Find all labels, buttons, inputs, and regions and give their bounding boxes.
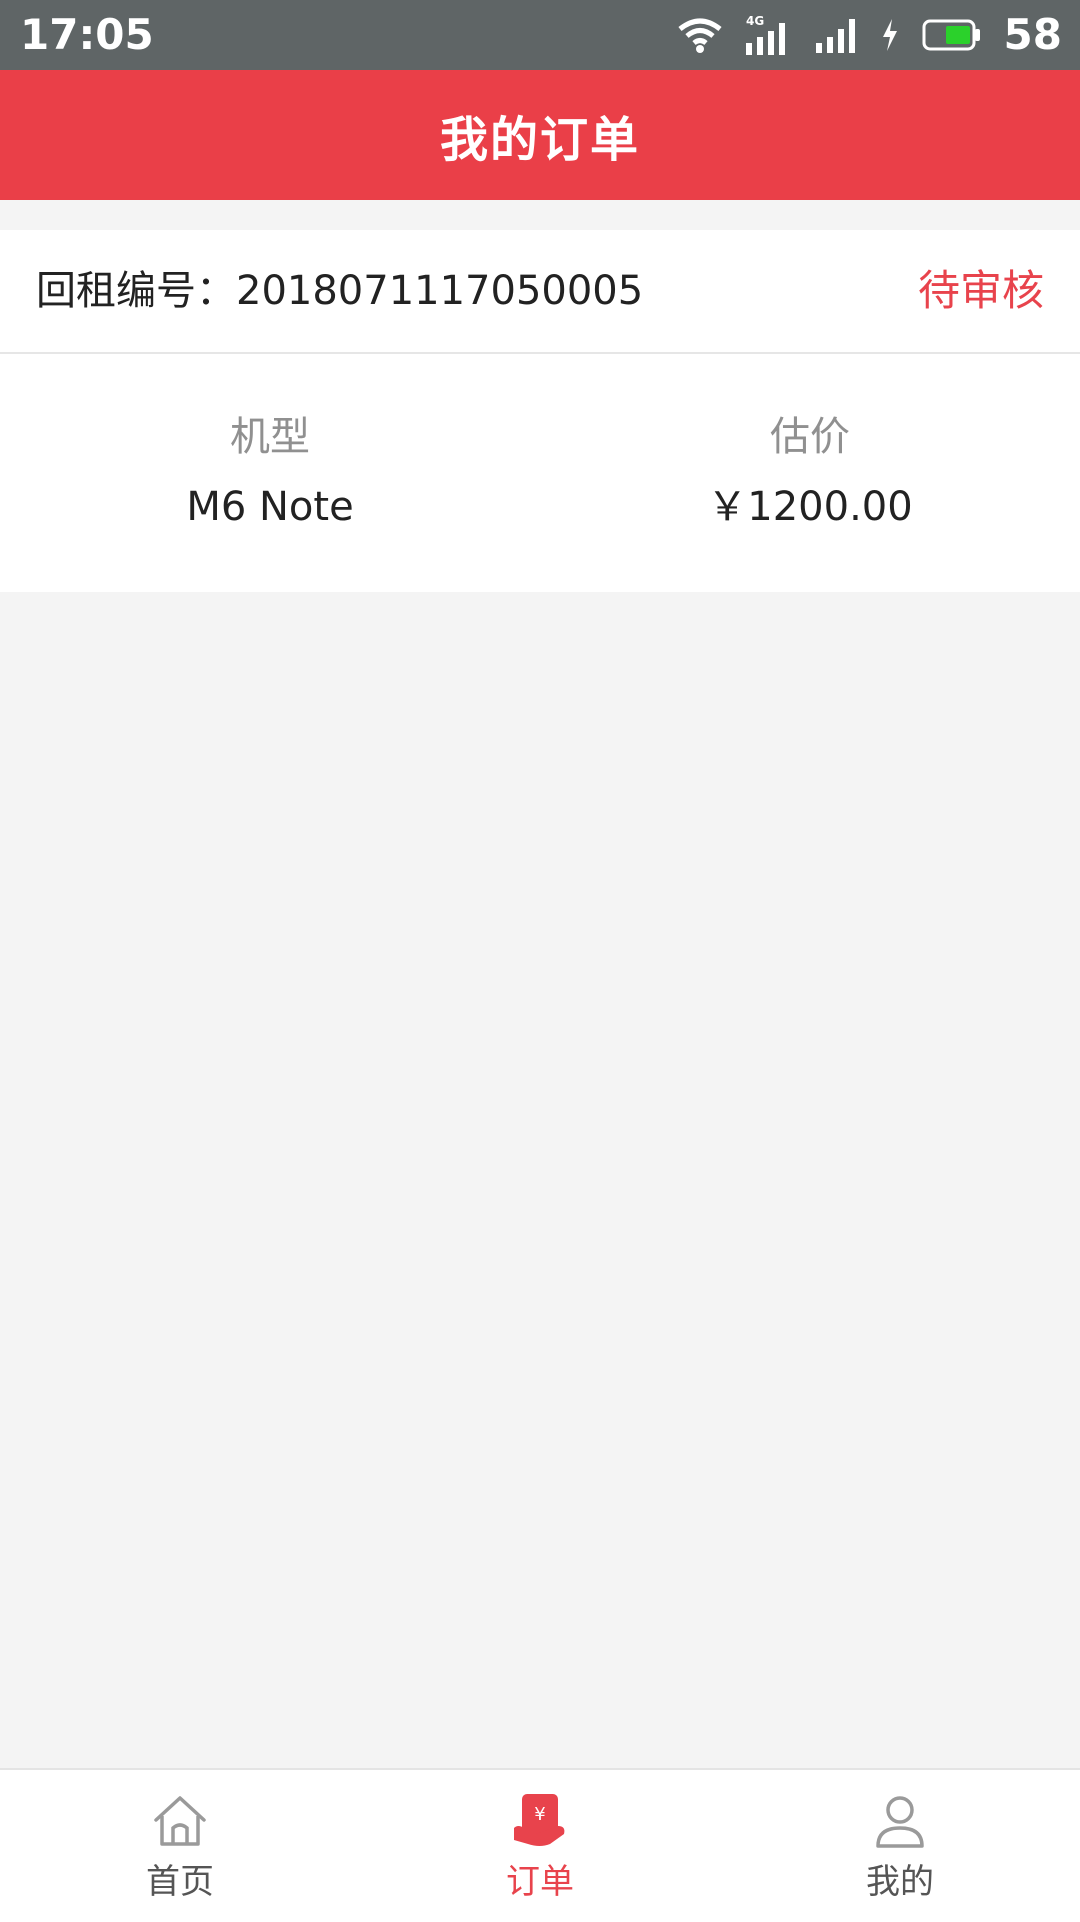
svg-text:4G: 4G [746, 14, 764, 28]
order-id-label: 回租编号： [36, 268, 236, 314]
signal-icon [815, 19, 855, 53]
battery-level: 58 [1003, 10, 1062, 59]
tab-mine[interactable]: 我的 [800, 1790, 1000, 1903]
tab-home-label: 首页 [146, 1862, 214, 1902]
page-title: 我的订单 [439, 112, 640, 168]
order-id: 回租编号：2018071117050005 [36, 230, 643, 352]
status-bar: 17:05 4G 58 [0, 0, 1080, 70]
order-icon: ¥ [514, 1794, 565, 1846]
bottom-tab-bar: 首页 ¥ 订单 我的 [0, 1768, 1080, 1922]
user-icon [876, 1796, 924, 1848]
tab-orders-label: 订单 [506, 1862, 574, 1902]
price-info: 估价 ￥1200.00 [540, 410, 1080, 534]
price-label: 估价 [770, 414, 850, 460]
home-icon [154, 1796, 206, 1846]
status-icons: 4G 58 [677, 10, 1062, 60]
order-id-value: 2018071117050005 [236, 268, 644, 314]
price-value: ￥1200.00 [707, 484, 913, 530]
model-value: M6 Note [186, 484, 354, 530]
charging-icon [882, 19, 897, 51]
tab-orders[interactable]: ¥ 订单 [440, 1790, 640, 1903]
wifi-icon [677, 18, 722, 53]
svg-text:¥: ¥ [534, 1804, 545, 1825]
tab-home[interactable]: 首页 [80, 1790, 280, 1903]
order-card-header: 回租编号：2018071117050005 待审核 [0, 230, 1080, 354]
signal-4g-icon: 4G [745, 14, 785, 55]
model-label: 机型 [230, 414, 310, 460]
order-status-badge: 待审核 [917, 266, 1044, 315]
battery-icon [922, 19, 980, 51]
order-card[interactable]: 回租编号：2018071117050005 待审核 机型 M6 Note 估价 … [0, 230, 1080, 592]
model-info: 机型 M6 Note [0, 410, 540, 534]
status-time: 17:05 [20, 10, 154, 59]
app-header: 我的订单 [0, 70, 1080, 200]
tab-mine-label: 我的 [866, 1862, 934, 1902]
